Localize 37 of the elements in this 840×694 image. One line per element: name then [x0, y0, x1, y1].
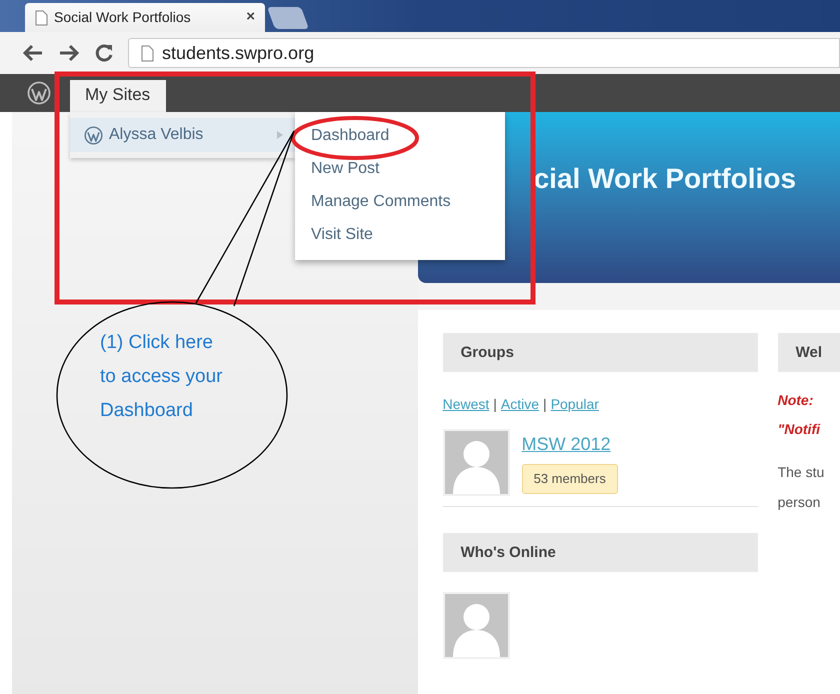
forward-icon[interactable]: [58, 44, 80, 62]
site-title: cial Work Portfolios: [534, 163, 796, 194]
new-tab-button[interactable]: [267, 7, 309, 29]
url-text: students.swpro.org: [162, 42, 314, 65]
submenu-item[interactable]: Manage Comments: [295, 190, 505, 223]
section-header: Who's Online: [442, 533, 758, 572]
page-icon: [35, 10, 48, 26]
filter-link[interactable]: Active: [500, 394, 540, 415]
body-text: The stu: [778, 463, 826, 482]
section-header: Wel: [778, 333, 840, 372]
reload-icon[interactable]: [94, 43, 114, 63]
page-icon: [141, 44, 154, 62]
my-sites-menu[interactable]: My Sites: [70, 80, 166, 112]
section-header: Groups: [442, 333, 758, 372]
avatar-placeholder: [442, 592, 510, 659]
address-bar[interactable]: students.swpro.org: [128, 38, 840, 68]
avatar-placeholder: [442, 429, 510, 496]
close-button[interactable]: ×: [246, 6, 255, 29]
wordpress-logo-icon: [84, 126, 103, 144]
back-icon[interactable]: [22, 44, 44, 62]
submenu-item[interactable]: Visit Site: [295, 223, 505, 256]
filter-link[interactable]: Newest: [442, 394, 490, 415]
callout-text: (1) Click here to access your Dashboard: [100, 331, 224, 423]
browser-tab[interactable]: Social Work Portfolios ×: [25, 3, 265, 32]
submenu-item[interactable]: New Post: [295, 157, 505, 190]
note-text: Note:: [778, 391, 814, 410]
tab-title: Social Work Portfolios: [54, 8, 192, 27]
wordpress-logo-icon: [27, 81, 51, 105]
body-text: person: [778, 493, 822, 512]
separator: |: [493, 395, 497, 414]
member-count: 53 members: [522, 464, 618, 494]
submenu-arrow-icon: [277, 131, 283, 139]
site-menu-item[interactable]: Alyssa Velbis: [70, 118, 295, 152]
separator: |: [543, 395, 547, 414]
submenu-item[interactable]: Dashboard: [295, 124, 505, 157]
note-text: "Notifi: [778, 420, 822, 439]
filter-link[interactable]: Popular: [550, 394, 599, 415]
